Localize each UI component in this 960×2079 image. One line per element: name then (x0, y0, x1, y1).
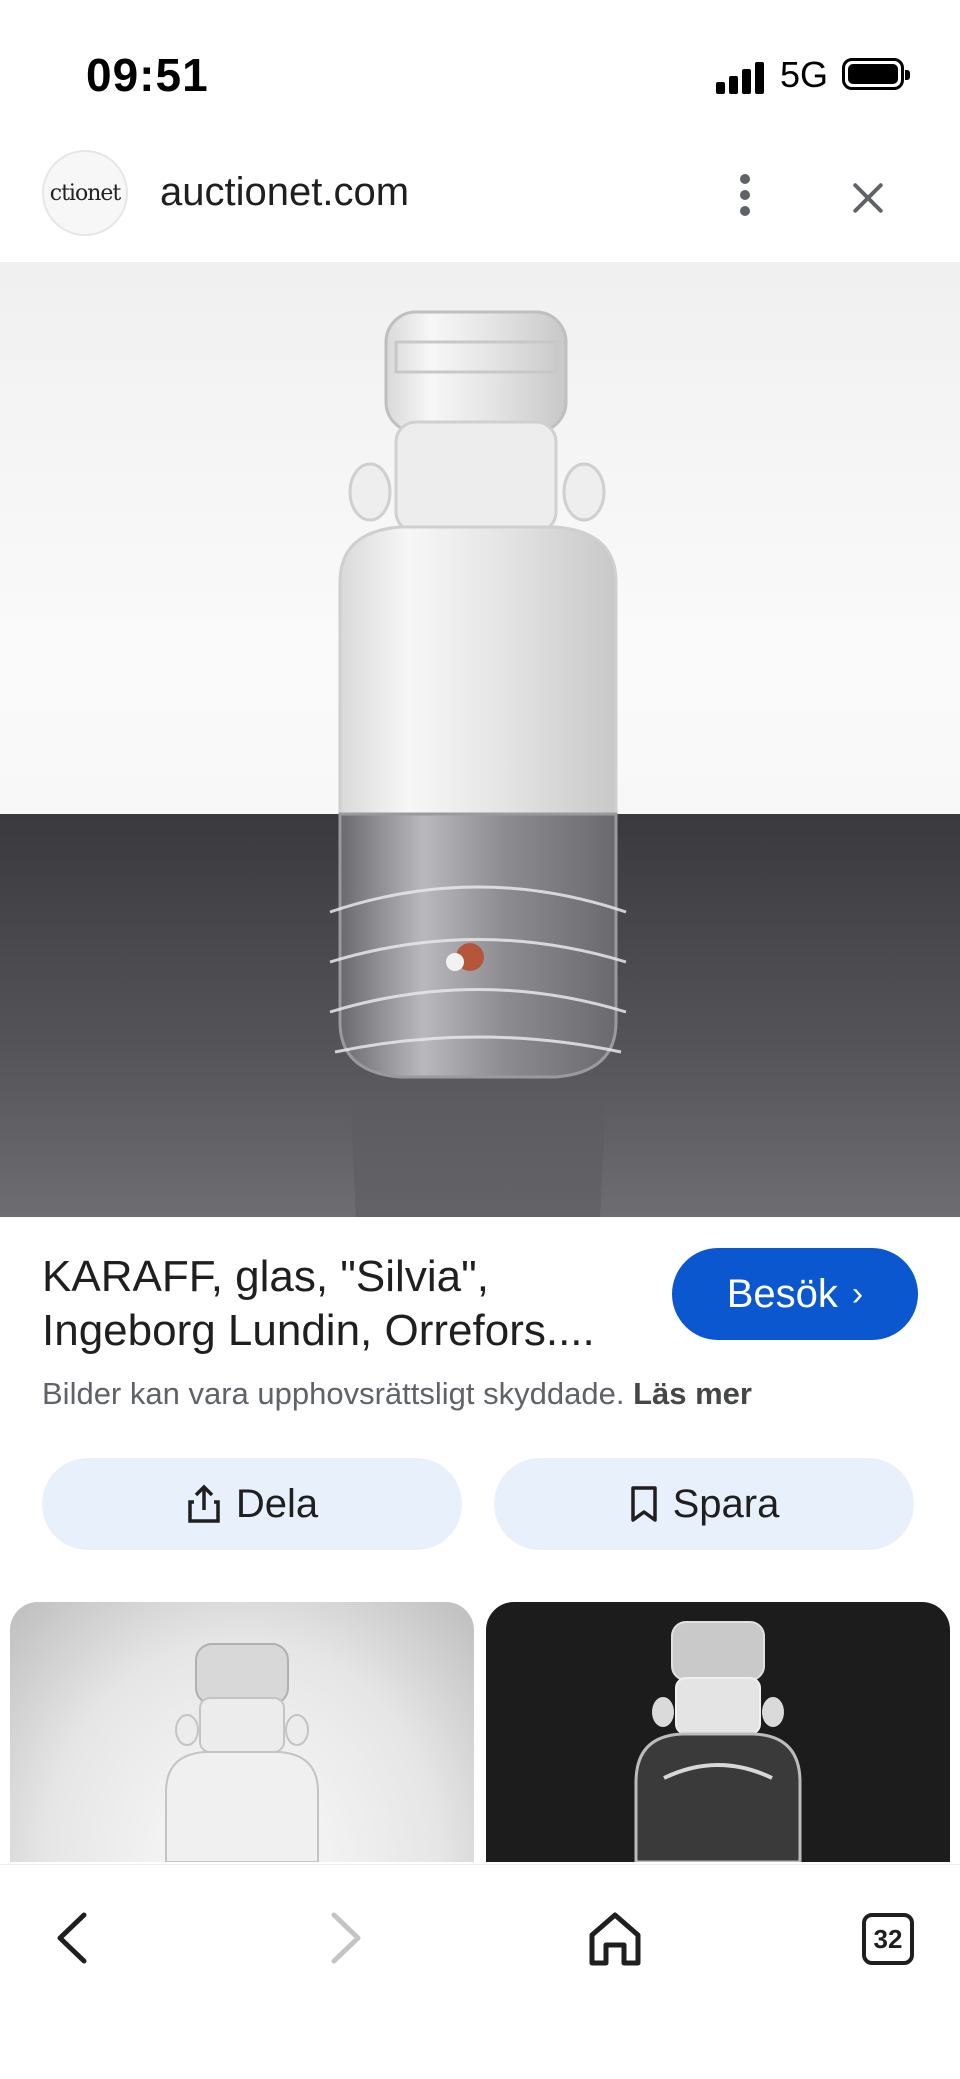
viewer-header: ctionet auctionet.com (0, 150, 960, 260)
chevron-right-icon: › (851, 1274, 864, 1313)
home-icon[interactable] (580, 1903, 650, 1973)
related-image-1[interactable] (10, 1602, 474, 1862)
result-title-line2: Ingeborg Lundin, Orrefors.... (42, 1306, 595, 1355)
close-icon[interactable] (840, 170, 896, 226)
site-logo[interactable]: ctionet (42, 150, 128, 236)
forward-arrow-icon[interactable] (308, 1903, 378, 1973)
network-type: 5G (780, 54, 829, 95)
more-vert-icon[interactable] (725, 170, 765, 220)
decanter-illustration (329, 310, 627, 1217)
share-label: Dela (235, 1481, 319, 1526)
site-domain[interactable]: auctionet.com (160, 170, 409, 215)
decanter-thumbnail-illustration-dark (634, 1621, 802, 1862)
result-title-line1: KARAFF, glas, "Silvia", (42, 1252, 489, 1301)
battery-icon (842, 58, 910, 90)
copyright-notice: Bilder kan vara upphovsrättsligt skyddad… (42, 1376, 752, 1412)
share-icon (188, 1484, 220, 1523)
status-time: 09:51 (86, 49, 209, 101)
back-arrow-icon[interactable] (40, 1903, 110, 1973)
tab-count: 32 (862, 1913, 914, 1965)
learn-more-link[interactable]: Läs mer (633, 1376, 752, 1411)
result-title[interactable]: KARAFF, glas, "Silvia", Ingeborg Lundin,… (42, 1250, 662, 1358)
visit-button[interactable]: Besök › (672, 1248, 918, 1340)
cellular-signal-icon (716, 60, 768, 94)
tabs-button[interactable]: 32 (852, 1903, 922, 1973)
bookmark-icon (630, 1486, 657, 1522)
share-button[interactable]: Dela (42, 1458, 462, 1550)
decanter-thumbnail-illustration (165, 1643, 319, 1862)
site-logo-text: ctionet (49, 180, 121, 206)
copyright-text: Bilder kan vara upphovsrättsligt skyddad… (42, 1376, 625, 1411)
save-button[interactable]: Spara (494, 1458, 914, 1550)
related-image-2[interactable] (486, 1602, 950, 1862)
visit-button-label: Besök (726, 1271, 838, 1316)
save-label: Spara (672, 1481, 780, 1526)
main-product-image[interactable] (0, 262, 960, 1217)
bottom-navigation: 32 (0, 1864, 960, 2079)
status-bar: 09:51 5G (0, 0, 960, 150)
